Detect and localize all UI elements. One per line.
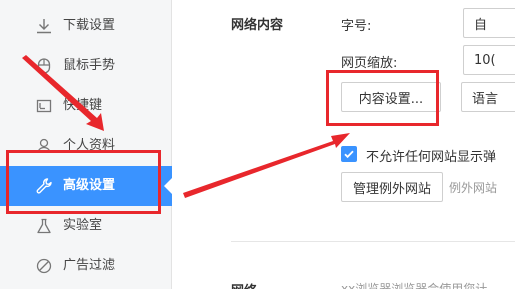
sidebar-item-profile[interactable]: 个人资料 [0, 126, 172, 166]
content-settings-button[interactable]: 内容设置... [341, 82, 441, 112]
settings-sidebar: 下载设置 鼠标手势 快捷键 个人资料 高级设置 实验室 广告过滤 [0, 0, 172, 289]
mouse-icon [35, 57, 53, 75]
language-button-label: 语言 [472, 91, 499, 107]
flask-icon [35, 217, 53, 235]
annotation-arrow-content [183, 133, 350, 198]
manage-exceptions-button[interactable]: 管理例外网站 [341, 172, 443, 202]
font-size-label: 字号: [341, 19, 372, 34]
sidebar-item-shortcuts[interactable]: 快捷键 [0, 86, 172, 126]
zoom-select[interactable]: 10( [463, 45, 515, 75]
wrench-icon [35, 177, 53, 195]
font-size-value: 自 [474, 17, 488, 33]
network-hint: xx浏览器浏览器会使用您计 [341, 282, 488, 289]
sidebar-item-mouse-gesture[interactable]: 鼠标手势 [0, 46, 172, 86]
sidebar-item-advanced[interactable]: 高级设置 [0, 166, 172, 206]
font-size-select[interactable]: 自 [463, 8, 515, 38]
sidebar-item-label: 高级设置 [63, 178, 116, 193]
block-popups-label: 不允许任何网站显示弹 [366, 150, 497, 165]
active-item-pointer [164, 178, 172, 194]
sidebar-item-label: 下载设置 [63, 18, 116, 33]
sidebar-item-label: 快捷键 [63, 98, 103, 113]
check-icon [344, 150, 354, 159]
keyboard-icon [35, 97, 53, 115]
section-title-web-content: 网络内容 [231, 18, 284, 33]
sidebar-item-lab[interactable]: 实验室 [0, 206, 172, 246]
download-icon [35, 17, 53, 35]
sidebar-item-label: 实验室 [63, 218, 103, 233]
sidebar-item-download[interactable]: 下载设置 [0, 6, 172, 46]
sidebar-item-label: 广告过滤 [63, 258, 116, 273]
exceptions-hint: 例外网站 [449, 181, 498, 195]
sidebar-item-label: 鼠标手势 [63, 58, 116, 73]
section-title-network: 网络 [231, 280, 257, 289]
block-popups-checkbox[interactable] [341, 146, 357, 162]
zoom-value: 10( [474, 52, 496, 68]
user-icon [35, 137, 53, 155]
sidebar-item-adblock[interactable]: 广告过滤 [0, 246, 172, 286]
block-icon [35, 257, 53, 275]
section-divider [231, 241, 515, 242]
zoom-label: 网页缩放: [341, 56, 398, 71]
language-button[interactable]: 语言 [461, 82, 515, 112]
sidebar-item-label: 个人资料 [63, 138, 116, 153]
